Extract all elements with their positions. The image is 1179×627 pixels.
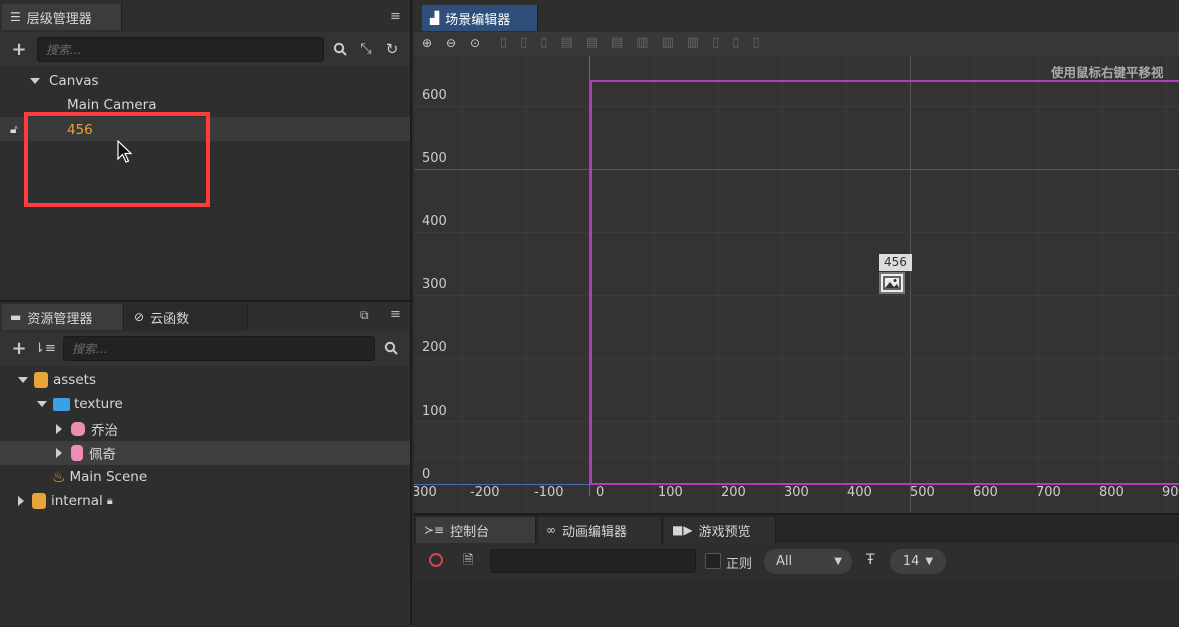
cloud-icon: ⊘ <box>134 310 145 324</box>
console-log-area <box>414 581 1179 627</box>
tab-console[interactable]: ≻≡ 控制台 <box>416 517 536 543</box>
y-tick-label: 200 <box>422 340 447 355</box>
maximize-icon[interactable]: ⧉ <box>360 308 369 323</box>
y-tick-label: 500 <box>422 151 447 166</box>
node-name-label: 456 <box>879 254 912 271</box>
db-icon <box>32 493 46 509</box>
image-icon <box>71 422 85 436</box>
y-tick-label: 0 <box>422 467 431 482</box>
x-tick-label: 300 <box>414 485 437 500</box>
scene-panel: ▟ 场景编辑器 ⊕ ⊖ ⊙ ▯▯▯▤▤▤▥▥▥▯▯▯ 使用鼠标右键平移视 600… <box>414 0 1179 513</box>
zoom-out-icon[interactable]: ⊖ <box>446 36 456 50</box>
x-tick-label: 100 <box>658 485 683 500</box>
expand-arrow-icon[interactable] <box>56 424 62 434</box>
tab-game-preview[interactable]: ■▶ 游戏预览 <box>664 517 776 543</box>
tab-scene-editor[interactable]: ▟ 场景编辑器 <box>422 5 538 31</box>
tree-node-canvas[interactable]: Canvas <box>30 69 390 93</box>
y-tick-label: 100 <box>422 404 447 419</box>
scene-hint: 使用鼠标右键平移视 <box>1051 65 1164 80</box>
video-icon: ■▶ <box>672 523 693 537</box>
x-tick-label: -100 <box>534 485 564 500</box>
animation-icon: ∞ <box>546 523 556 537</box>
expand-arrow-icon[interactable] <box>37 401 47 407</box>
x-tick-label: 90 <box>1162 485 1179 500</box>
hierarchy-toolbar: + 搜索... ⤡ ↻ <box>0 32 410 66</box>
hierarchy-search-input[interactable]: 搜索... <box>37 37 324 62</box>
expand-arrow-icon[interactable] <box>18 496 24 506</box>
hierarchy-title: 层级管理器 <box>26 11 92 27</box>
font-size-icon: Ŧ <box>866 552 875 568</box>
expand-arrow-icon[interactable] <box>30 78 40 84</box>
assets-search-input[interactable]: 搜索... <box>63 336 375 361</box>
font-size-select[interactable]: 14 ▼ <box>890 549 946 574</box>
asset-george[interactable]: 乔治 <box>56 417 118 441</box>
image-icon <box>71 445 83 461</box>
assets-toolbar: + ⇂≡ 搜索... <box>0 332 410 366</box>
regex-checkbox[interactable] <box>705 553 721 569</box>
tab-cloud-functions[interactable]: ⊘ 云函数 <box>126 304 248 330</box>
zoom-in-icon[interactable]: ⊕ <box>422 36 432 50</box>
sprite-node-icon[interactable] <box>879 272 905 294</box>
folder-icon <box>53 397 70 411</box>
x-tick-label: 500 <box>910 485 935 500</box>
log-file-icon[interactable]: 🗎︎ <box>463 551 473 573</box>
hierarchy-panel: ☰ 层级管理器 ≡ + 搜索... ⤡ ↻ Canvas Main Camera… <box>0 0 412 300</box>
zoom-reset-icon[interactable]: ⊙ <box>470 36 480 50</box>
chevron-down-icon: ▼ <box>834 556 842 567</box>
search-icon[interactable] <box>330 39 350 59</box>
folder-icon: ▬ <box>10 310 22 324</box>
scene-viewport[interactable]: 使用鼠标右键平移视 600 500 400 300 200 100 0 300 … <box>414 56 1179 513</box>
expand-arrow-icon[interactable] <box>56 448 62 458</box>
chevron-down-icon: ▼ <box>925 556 934 567</box>
x-tick-label: 0 <box>596 485 605 500</box>
refresh-icon[interactable]: ↻ <box>382 39 402 59</box>
y-tick-label: 400 <box>422 214 447 229</box>
x-tick-label: 700 <box>1036 485 1061 500</box>
add-icon[interactable]: + <box>9 338 29 359</box>
asset-texture[interactable]: texture <box>37 392 123 416</box>
log-level-select[interactable]: All ▼ <box>764 549 852 574</box>
lock-icon[interactable]: 🔓︎ <box>10 122 18 137</box>
console-filter-input[interactable] <box>490 549 696 573</box>
regex-label: 正则 <box>726 557 753 572</box>
hierarchy-icon: ☰ <box>10 10 21 24</box>
scene-editor-icon: ▟ <box>430 11 440 25</box>
y-tick-label: 600 <box>422 88 447 103</box>
panel-menu-icon[interactable]: ≡ <box>390 307 401 322</box>
x-tick-label: 800 <box>1099 485 1124 500</box>
tab-animation-editor[interactable]: ∞ 动画编辑器 <box>538 517 662 543</box>
align-tools-icon[interactable]: ▯▯▯▤▤▤▥▥▥▯▯▯ <box>500 35 773 50</box>
scene-icon: ♨ <box>52 468 66 486</box>
x-tick-label: 300 <box>784 485 809 500</box>
asset-assets[interactable]: assets <box>18 368 96 392</box>
console-icon: ≻≡ <box>424 523 445 537</box>
x-tick-label: 600 <box>973 485 998 500</box>
tab-hierarchy[interactable]: ☰ 层级管理器 <box>2 4 122 30</box>
panel-menu-icon[interactable]: ≡ <box>390 9 401 24</box>
asset-internal[interactable]: internal 🔒︎ <box>18 489 113 513</box>
y-tick-label: 300 <box>422 277 447 292</box>
db-icon <box>34 372 48 388</box>
x-tick-label: 400 <box>847 485 872 500</box>
sort-icon[interactable]: ⇂≡ <box>34 338 56 358</box>
assets-panel: ▬ 资源管理器 ⊘ 云函数 ⧉ ≡ + ⇂≡ 搜索... assets text… <box>0 300 412 625</box>
asset-main-scene[interactable]: ♨ Main Scene <box>52 465 147 489</box>
search-icon[interactable] <box>381 338 401 358</box>
x-tick-label: 200 <box>721 485 746 500</box>
x-tick-label: -200 <box>470 485 500 500</box>
asset-peppa[interactable]: 佩奇 <box>56 441 116 465</box>
collapse-icon[interactable]: ⤡ <box>356 39 376 59</box>
mouse-cursor-icon <box>117 139 133 168</box>
console-panel: ≻≡ 控制台 ∞ 动画编辑器 ■▶ 游戏预览 🗎︎ 正则 All ▼ Ŧ 14 … <box>414 513 1179 627</box>
add-icon[interactable]: + <box>9 39 29 60</box>
tab-assets[interactable]: ▬ 资源管理器 <box>2 304 124 330</box>
lock-icon: 🔒︎ <box>106 494 113 507</box>
expand-arrow-icon[interactable] <box>18 377 28 383</box>
clear-icon[interactable] <box>429 553 443 567</box>
